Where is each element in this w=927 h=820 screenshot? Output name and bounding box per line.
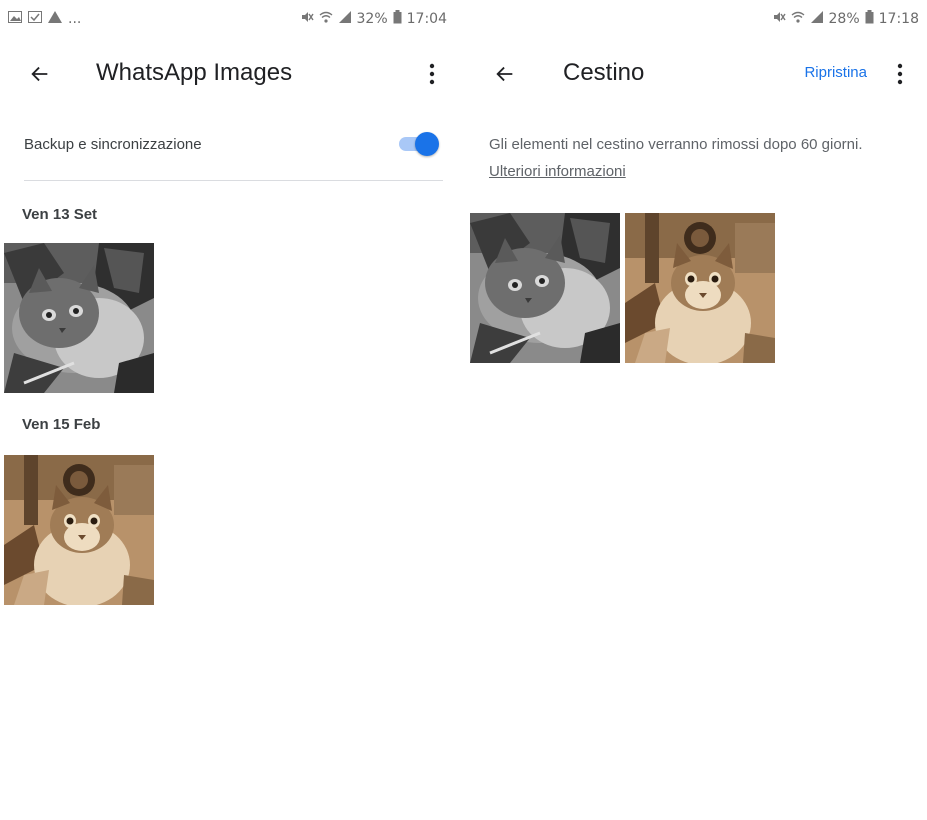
battery-percent: 32% <box>356 11 388 27</box>
date-header: Ven 15 Feb <box>22 416 101 433</box>
signal-icon <box>810 10 824 28</box>
arrow-left-icon[interactable] <box>487 56 523 92</box>
date-header: Ven 13 Set <box>22 206 98 223</box>
status-ellipsis: ... <box>68 11 82 27</box>
trash-info-text: Gli elementi nel cestino verranno rimoss… <box>489 136 863 153</box>
toggle-thumb <box>415 132 439 156</box>
status-bar-system: 32% 17:04 <box>300 4 447 34</box>
more-vert-icon[interactable] <box>885 56 915 92</box>
learn-more-link[interactable]: Ulteriori informazioni <box>489 163 626 180</box>
divider <box>24 180 443 181</box>
check-icon <box>28 11 42 27</box>
wifi-icon <box>319 10 333 28</box>
clock: 17:04 <box>406 11 447 27</box>
status-bar-system: 28% 17:18 <box>772 4 919 34</box>
trash-screen: 28% 17:18 Cestino Ripristina Gli element… <box>463 0 927 820</box>
status-bar-notifications: ... <box>8 4 81 34</box>
backup-sync-label: Backup e sincronizzazione <box>24 135 202 153</box>
whatsapp-images-screen: ... 32% 17:04 WhatsApp Images Backup e s… <box>0 0 455 820</box>
battery-percent: 28% <box>828 11 860 27</box>
arrow-left-icon[interactable] <box>22 56 58 92</box>
page-title: Cestino <box>563 59 645 86</box>
restore-button[interactable]: Ripristina <box>804 64 867 81</box>
mute-icon <box>772 10 786 28</box>
photo-thumbnail[interactable] <box>4 455 154 605</box>
signal-icon <box>338 10 352 28</box>
backup-sync-row[interactable]: Backup e sincronizzazione <box>24 122 443 166</box>
page-title: WhatsApp Images <box>96 59 293 86</box>
photo-thumbnail[interactable] <box>625 213 775 363</box>
trash-info: Gli elementi nel cestino verranno rimoss… <box>489 131 909 185</box>
more-vert-icon[interactable] <box>417 56 447 92</box>
photo-thumbnail[interactable] <box>470 213 620 363</box>
photo-thumbnail[interactable] <box>4 243 154 393</box>
warning-icon <box>48 11 62 27</box>
clock: 17:18 <box>878 11 919 27</box>
gallery-icon <box>8 11 22 27</box>
battery-icon <box>865 10 874 28</box>
wifi-icon <box>791 10 805 28</box>
battery-icon <box>393 10 402 28</box>
backup-sync-toggle[interactable] <box>397 130 443 158</box>
app-bar: Cestino Ripristina <box>463 52 927 96</box>
app-bar: WhatsApp Images <box>0 52 455 96</box>
mute-icon <box>300 10 314 28</box>
